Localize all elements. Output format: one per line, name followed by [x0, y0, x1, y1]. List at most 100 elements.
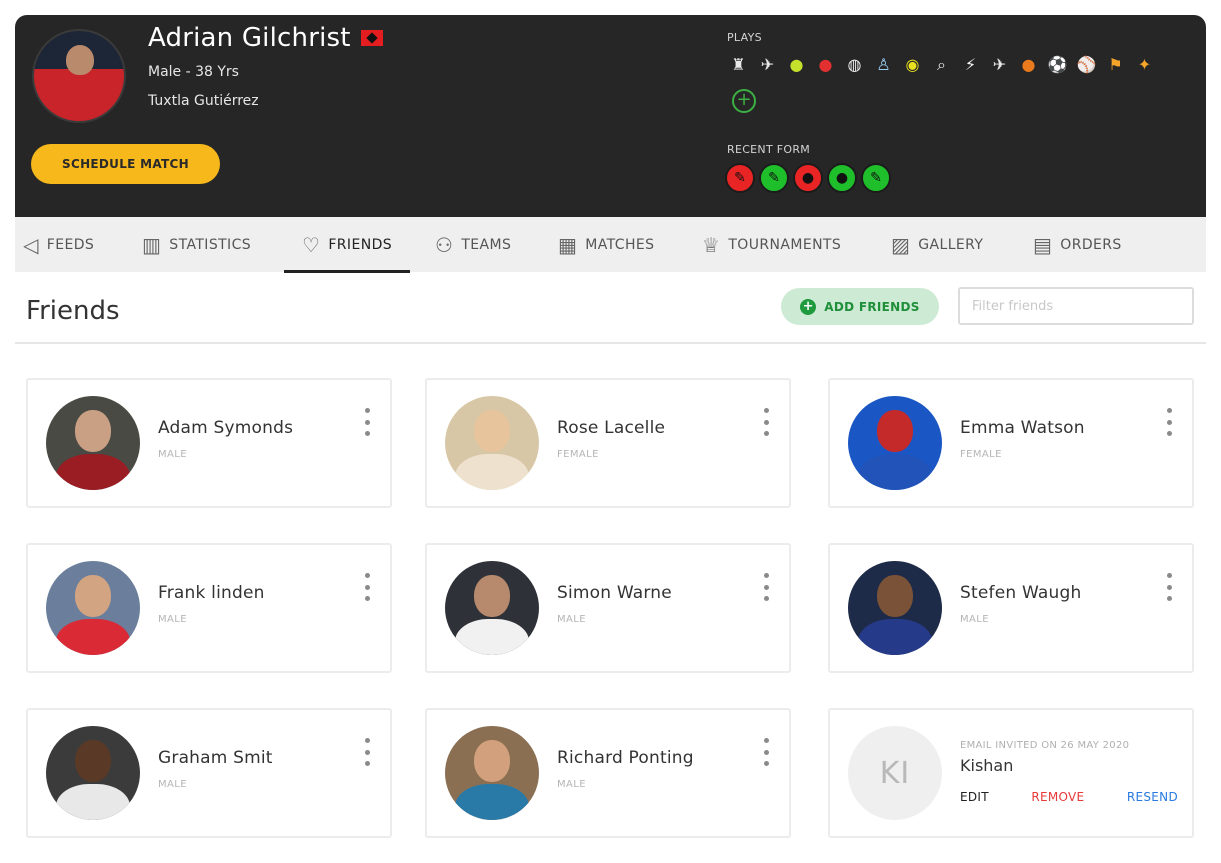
more-options-icon[interactable] [1164, 408, 1174, 436]
friend-name[interactable]: Richard Ponting [557, 748, 694, 768]
chess-icon: ♜ [731, 54, 746, 74]
avatar[interactable] [445, 561, 539, 655]
menu-dot [364, 431, 370, 436]
resend-invite-button[interactable]: RESEND [1127, 790, 1178, 804]
page-title: Friends [26, 296, 120, 326]
friend-name[interactable]: Graham Smit [158, 748, 273, 768]
add-friends-label: ADD FRIENDS [824, 299, 920, 314]
friend-name[interactable]: Adam Symonds [158, 418, 293, 438]
tab-teams[interactable]: ⚇ TEAMS [435, 217, 511, 272]
edit-invite-button[interactable]: EDIT [960, 790, 989, 804]
form-loss-icon: ✎ [725, 163, 755, 193]
tab-label: ORDERS [1060, 236, 1122, 253]
menu-dot [763, 408, 769, 413]
menu-dot [1166, 596, 1172, 601]
tab-tournaments[interactable]: ♕ TOURNAMENTS [702, 217, 841, 272]
more-options-icon[interactable] [761, 738, 771, 766]
tab-label: TOURNAMENTS [728, 236, 842, 253]
add-sport-icon[interactable]: + [732, 89, 756, 113]
tab-matches[interactable]: ▦ MATCHES [558, 217, 654, 272]
friend-gender: FEMALE [960, 449, 1002, 460]
friend-card: Rose Lacelle FEMALE [425, 378, 791, 508]
yoga-icon: ✦ [1137, 54, 1152, 74]
form-win-icon: ● [827, 163, 857, 193]
volleyball-icon: ◍ [847, 54, 862, 74]
tab-label: MATCHES [585, 236, 655, 253]
tab-friends[interactable]: ♡ FRIENDS [283, 217, 411, 273]
tab-statistics[interactable]: ▥ STATISTICS [142, 217, 251, 272]
more-options-icon[interactable] [362, 408, 372, 436]
more-options-icon[interactable] [1164, 573, 1174, 601]
avatar[interactable] [46, 396, 140, 490]
friend-card: Richard Ponting MALE [425, 708, 791, 838]
profile-name: Adrian Gilchrist [148, 23, 351, 53]
plays-icon-list: ♜ ✈ ● ● ◍ ♙ ◉ ⌕ ⚡ ✈ ● ⚽ ⚾ ⚑ ✦ [726, 52, 1157, 77]
badminton-icon: ♙ [876, 54, 891, 74]
chart-icon: ▥ [142, 232, 162, 257]
friend-card: Frank linden MALE [26, 543, 392, 673]
divider [15, 342, 1206, 344]
form-loss-icon: ● [793, 163, 823, 193]
more-options-icon[interactable] [362, 573, 372, 601]
tab-gallery[interactable]: ▨ GALLERY [891, 217, 983, 272]
avatar[interactable] [46, 561, 140, 655]
squash-icon: ⚡ [964, 54, 977, 74]
friend-gender: MALE [158, 449, 187, 460]
receipt-icon: ▤ [1033, 232, 1053, 257]
friend-gender: MALE [960, 614, 989, 625]
menu-dot [763, 749, 769, 755]
more-options-icon[interactable] [761, 408, 771, 436]
avatar[interactable] [445, 396, 539, 490]
tab-label: GALLERY [918, 236, 984, 253]
friend-card: Emma Watson FEMALE [828, 378, 1194, 508]
tab-orders[interactable]: ▤ ORDERS [1033, 217, 1122, 272]
menu-dot [364, 419, 370, 425]
recent-form-list: ✎ ✎ ● ● ✎ [725, 163, 891, 193]
avatar[interactable] [848, 561, 942, 655]
friend-gender: MALE [158, 779, 187, 790]
tab-label: TEAMS [461, 236, 512, 253]
running-icon: ⚑ [1108, 54, 1123, 74]
menu-dot [763, 419, 769, 425]
menu-dot [763, 738, 769, 743]
add-friends-button[interactable]: + ADD FRIENDS [781, 288, 939, 325]
friend-name[interactable]: Rose Lacelle [557, 418, 665, 438]
menu-dot [364, 584, 370, 590]
menu-dot [364, 408, 370, 413]
menu-dot [763, 584, 769, 590]
friend-name[interactable]: Stefen Waugh [960, 583, 1081, 603]
menu-dot [1166, 431, 1172, 436]
friend-name[interactable]: Frank linden [158, 583, 265, 603]
remove-invite-button[interactable]: REMOVE [1031, 790, 1084, 804]
cricket-icon: ⚾ [1076, 54, 1097, 74]
menu-dot [1166, 419, 1172, 425]
more-options-icon[interactable] [761, 573, 771, 601]
trophy-icon: ♕ [702, 232, 721, 257]
menu-dot [364, 761, 370, 766]
schedule-match-button[interactable]: SCHEDULE MATCH [31, 144, 220, 184]
more-options-icon[interactable] [362, 738, 372, 766]
tab-feeds[interactable]: ◁ FEEDS [23, 217, 94, 272]
recent-form-label: RECENT FORM [727, 143, 811, 156]
handshake-icon: ♡ [302, 232, 321, 257]
profile-avatar [32, 29, 126, 123]
tab-label: STATISTICS [169, 236, 252, 253]
menu-dot [364, 749, 370, 755]
form-win-icon: ✎ [861, 163, 891, 193]
avatar[interactable] [445, 726, 539, 820]
avatar[interactable] [46, 726, 140, 820]
tab-label: FRIENDS [328, 236, 393, 253]
megaphone-icon: ◁ [23, 232, 39, 257]
friend-name[interactable]: Simon Warne [557, 583, 672, 603]
menu-dot [364, 573, 370, 578]
menu-dot [1166, 584, 1172, 590]
menu-dot [1166, 408, 1172, 413]
menu-dot [364, 738, 370, 743]
football-icon: ⚽ [1047, 54, 1068, 74]
avatar[interactable] [848, 396, 942, 490]
filter-friends-input[interactable] [958, 287, 1194, 325]
friend-name[interactable]: Emma Watson [960, 418, 1085, 438]
form-win-icon: ✎ [759, 163, 789, 193]
friend-gender: MALE [557, 779, 586, 790]
invite-name: Kishan [960, 756, 1014, 775]
